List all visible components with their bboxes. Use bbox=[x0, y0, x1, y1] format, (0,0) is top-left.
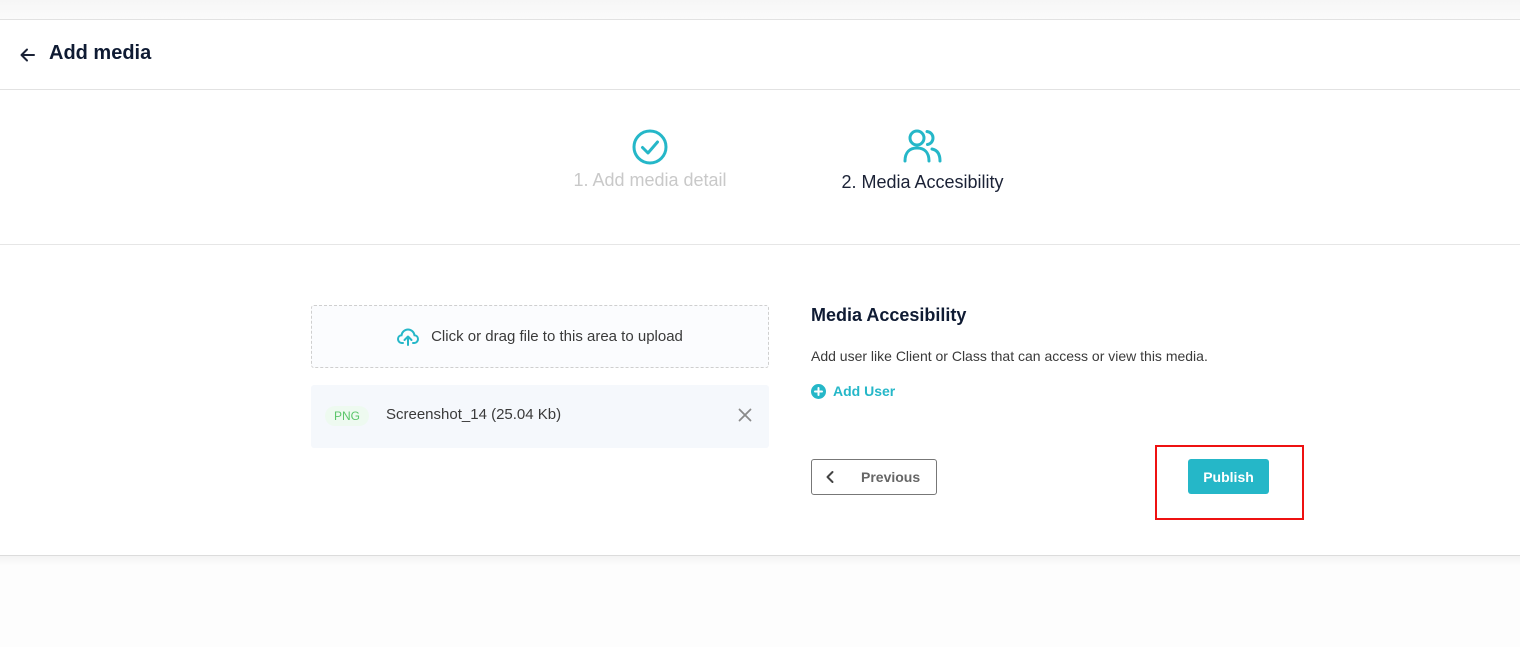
close-icon bbox=[738, 408, 752, 422]
back-button[interactable] bbox=[18, 45, 38, 65]
step-add-media-detail[interactable]: 1. Add media detail bbox=[560, 128, 740, 191]
file-name: Screenshot_14 (25.04 Kb) bbox=[386, 406, 562, 423]
top-bar bbox=[0, 0, 1520, 20]
publish-button[interactable]: Publish bbox=[1188, 459, 1269, 494]
stepper: 1. Add media detail 2. Media Accesibilit… bbox=[0, 90, 1520, 245]
page-title: Add media bbox=[49, 42, 152, 64]
step-media-accessibility[interactable]: 2. Media Accesibility bbox=[820, 128, 1025, 193]
file-type-badge: PNG bbox=[325, 406, 369, 426]
file-upload-dropzone[interactable]: Click or drag file to this area to uploa… bbox=[311, 305, 769, 368]
add-user-button[interactable]: Add User bbox=[811, 383, 895, 399]
previous-button[interactable]: Previous bbox=[811, 459, 937, 495]
previous-label: Previous bbox=[861, 469, 921, 485]
plus-circle-icon bbox=[811, 383, 826, 399]
accessibility-title: Media Accesibility bbox=[811, 305, 967, 325]
chevron-left-icon bbox=[826, 471, 834, 483]
add-user-label: Add User bbox=[833, 383, 896, 399]
cloud-upload-icon bbox=[397, 327, 420, 346]
accessibility-description: Add user like Client or Class that can a… bbox=[811, 348, 1208, 364]
page-header: Add media bbox=[0, 20, 1520, 90]
add-media-card: Add media 1. Add media detail 2. Media A… bbox=[0, 20, 1520, 556]
card-shadow bbox=[0, 556, 1520, 566]
step-label: 2. Media Accesibility bbox=[841, 172, 1004, 192]
users-icon bbox=[903, 129, 941, 163]
uploaded-file-item: PNG Screenshot_14 (25.04 Kb) bbox=[311, 385, 769, 448]
upload-prompt: Click or drag file to this area to uploa… bbox=[431, 328, 683, 345]
remove-file-button[interactable] bbox=[737, 407, 753, 423]
step-label: 1. Add media detail bbox=[573, 170, 727, 190]
arrow-left-icon bbox=[20, 48, 35, 62]
check-circle-icon bbox=[632, 129, 668, 165]
